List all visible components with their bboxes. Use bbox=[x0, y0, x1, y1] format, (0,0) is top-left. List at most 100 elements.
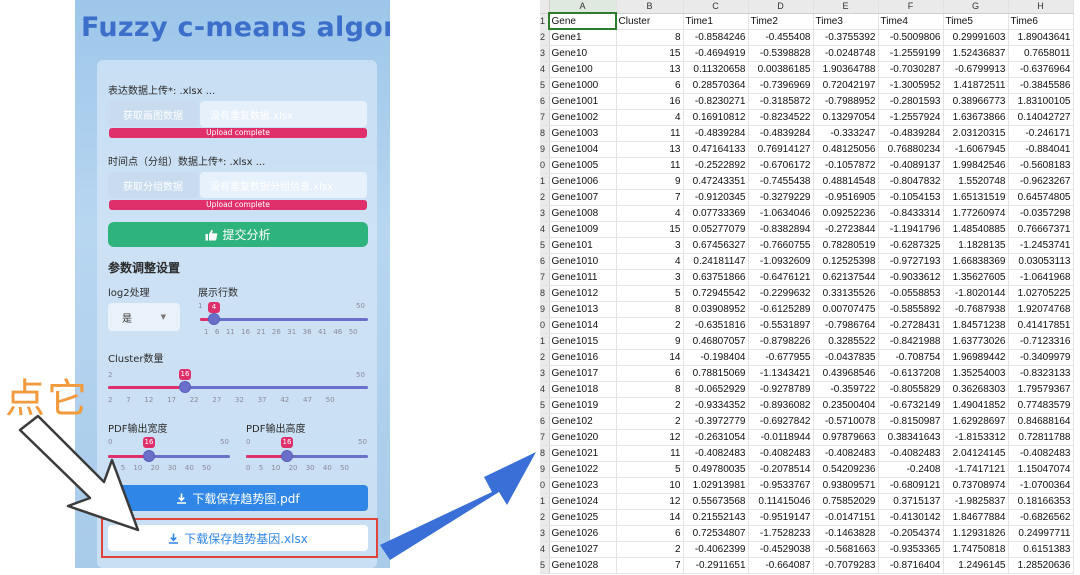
table-cell[interactable]: 6 bbox=[616, 365, 684, 382]
table-cell[interactable]: 0.6151383 bbox=[1008, 541, 1074, 558]
column-header-f[interactable]: F bbox=[878, 0, 944, 14]
table-cell[interactable]: 8 bbox=[616, 29, 684, 46]
table-cell[interactable]: 1.15047074 bbox=[1008, 461, 1074, 478]
table-cell[interactable]: Gene101 bbox=[549, 237, 617, 254]
table-cell[interactable]: Gene1025 bbox=[549, 509, 617, 526]
table-cell[interactable]: Gene1017 bbox=[549, 365, 617, 382]
table-cell[interactable]: 0.05277079 bbox=[683, 221, 749, 238]
table-cell[interactable]: -0.8798226 bbox=[748, 333, 814, 350]
table-cell[interactable]: -0.7123316 bbox=[1008, 333, 1074, 350]
table-cell[interactable]: 12 bbox=[616, 493, 684, 510]
table-cell[interactable]: -0.8936082 bbox=[748, 397, 814, 414]
row-number[interactable]: 3 bbox=[540, 45, 550, 62]
table-cell[interactable]: Gene1024 bbox=[549, 493, 617, 510]
table-cell[interactable]: 0.97879663 bbox=[813, 429, 879, 446]
table-cell[interactable]: -0.0558853 bbox=[878, 285, 944, 302]
table-cell[interactable]: 0.24997711 bbox=[1008, 525, 1074, 542]
table-cell[interactable]: -0.6927842 bbox=[748, 413, 814, 430]
table-cell[interactable]: -1.0700364 bbox=[1008, 477, 1074, 494]
table-cell[interactable]: Gene1009 bbox=[549, 221, 617, 238]
table-cell[interactable]: 1.92074768 bbox=[1008, 301, 1074, 318]
table-cell[interactable]: -0.246171 bbox=[1008, 125, 1074, 142]
row-number[interactable]: 4 bbox=[540, 61, 550, 78]
table-cell[interactable]: -0.3972779 bbox=[683, 413, 749, 430]
table-cell[interactable]: -0.6351816 bbox=[683, 317, 749, 334]
table-cell[interactable]: 0.41417851 bbox=[1008, 317, 1074, 334]
row-number[interactable]: 4 bbox=[540, 381, 550, 398]
table-cell[interactable]: 12 bbox=[616, 429, 684, 446]
table-cell[interactable]: 7 bbox=[616, 189, 684, 206]
table-cell[interactable]: -0.0652929 bbox=[683, 381, 749, 398]
column-header-b[interactable]: B bbox=[616, 0, 684, 14]
table-cell[interactable]: 0.76880234 bbox=[878, 141, 944, 158]
table-cell[interactable]: -0.5009806 bbox=[878, 29, 944, 46]
row-number[interactable]: 6 bbox=[540, 93, 550, 110]
table-cell[interactable]: 0.33135526 bbox=[813, 285, 879, 302]
row-number[interactable]: 5 bbox=[540, 237, 550, 254]
table-cell[interactable]: 2 bbox=[616, 413, 684, 430]
row-number[interactable]: 8 bbox=[540, 445, 550, 462]
table-cell[interactable]: -0.9727193 bbox=[878, 253, 944, 270]
table-cell[interactable]: 0.47243351 bbox=[683, 173, 749, 190]
table-cell[interactable]: 0.48125056 bbox=[813, 141, 879, 158]
table-cell[interactable]: Gene1027 bbox=[549, 541, 617, 558]
table-cell[interactable]: 0.75852029 bbox=[813, 493, 879, 510]
column-header-g[interactable]: G bbox=[943, 0, 1009, 14]
table-cell[interactable]: 1.12931826 bbox=[943, 525, 1009, 542]
table-cell[interactable]: -0.4082483 bbox=[1008, 445, 1074, 462]
table-cell[interactable]: 0.28570364 bbox=[683, 77, 749, 94]
table-cell[interactable]: -1.7417121 bbox=[943, 461, 1009, 478]
table-cell[interactable]: -0.2408 bbox=[878, 461, 944, 478]
table-cell[interactable]: -0.0248748 bbox=[813, 45, 879, 62]
row-number[interactable]: 7 bbox=[540, 429, 550, 446]
table-cell[interactable]: 1.99842546 bbox=[943, 157, 1009, 174]
table-cell[interactable]: -0.5681663 bbox=[813, 541, 879, 558]
row-number[interactable]: 3 bbox=[540, 365, 550, 382]
header-cell[interactable]: Time6 bbox=[1008, 13, 1074, 30]
table-cell[interactable]: 6 bbox=[616, 77, 684, 94]
row-number[interactable]: 5 bbox=[540, 397, 550, 414]
table-cell[interactable]: Gene1021 bbox=[549, 445, 617, 462]
table-cell[interactable]: 0.00707475 bbox=[813, 301, 879, 318]
row-number[interactable]: 6 bbox=[540, 413, 550, 430]
header-cell[interactable]: Time3 bbox=[813, 13, 879, 30]
header-cell[interactable]: Time1 bbox=[683, 13, 749, 30]
table-cell[interactable]: -0.6137208 bbox=[878, 365, 944, 382]
row-number[interactable]: 0 bbox=[540, 477, 550, 494]
table-cell[interactable]: -0.9519147 bbox=[748, 509, 814, 526]
table-cell[interactable]: Gene1012 bbox=[549, 285, 617, 302]
table-cell[interactable]: 9 bbox=[616, 173, 684, 190]
table-cell[interactable]: 0.46807057 bbox=[683, 333, 749, 350]
table-cell[interactable]: -0.9516905 bbox=[813, 189, 879, 206]
table-cell[interactable]: 1.74750818 bbox=[943, 541, 1009, 558]
table-cell[interactable]: 14 bbox=[616, 509, 684, 526]
table-cell[interactable]: -0.4839284 bbox=[683, 125, 749, 142]
table-cell[interactable]: -0.0118944 bbox=[748, 429, 814, 446]
table-cell[interactable]: 0.73708974 bbox=[943, 477, 1009, 494]
table-cell[interactable]: -0.8716404 bbox=[878, 557, 944, 574]
table-cell[interactable]: -0.9533767 bbox=[748, 477, 814, 494]
table-cell[interactable]: -1.2453741 bbox=[1008, 237, 1074, 254]
table-cell[interactable]: -0.6287325 bbox=[878, 237, 944, 254]
table-cell[interactable]: 0.78280519 bbox=[813, 237, 879, 254]
table-cell[interactable]: 0.78815069 bbox=[683, 365, 749, 382]
table-cell[interactable]: 0.00386185 bbox=[748, 61, 814, 78]
column-header-a[interactable]: A bbox=[549, 0, 617, 14]
row-number[interactable]: 2 bbox=[540, 29, 550, 46]
table-cell[interactable]: 0.14042727 bbox=[1008, 109, 1074, 126]
table-cell[interactable]: 7 bbox=[616, 557, 684, 574]
table-cell[interactable]: -1.0932609 bbox=[748, 253, 814, 270]
table-cell[interactable]: -0.4082483 bbox=[683, 445, 749, 462]
table-cell[interactable]: 5 bbox=[616, 285, 684, 302]
table-cell[interactable]: 0.3285522 bbox=[813, 333, 879, 350]
table-cell[interactable]: -0.9353365 bbox=[878, 541, 944, 558]
table-cell[interactable]: 0.84688164 bbox=[1008, 413, 1074, 430]
table-cell[interactable]: Gene1028 bbox=[549, 557, 617, 574]
table-cell[interactable]: 11 bbox=[616, 157, 684, 174]
table-cell[interactable]: 14 bbox=[616, 349, 684, 366]
table-cell[interactable]: -0.9033612 bbox=[878, 269, 944, 286]
table-cell[interactable]: -0.2911651 bbox=[683, 557, 749, 574]
table-cell[interactable]: Gene1002 bbox=[549, 109, 617, 126]
table-cell[interactable]: Gene1000 bbox=[549, 77, 617, 94]
table-cell[interactable]: -1.1941796 bbox=[878, 221, 944, 238]
